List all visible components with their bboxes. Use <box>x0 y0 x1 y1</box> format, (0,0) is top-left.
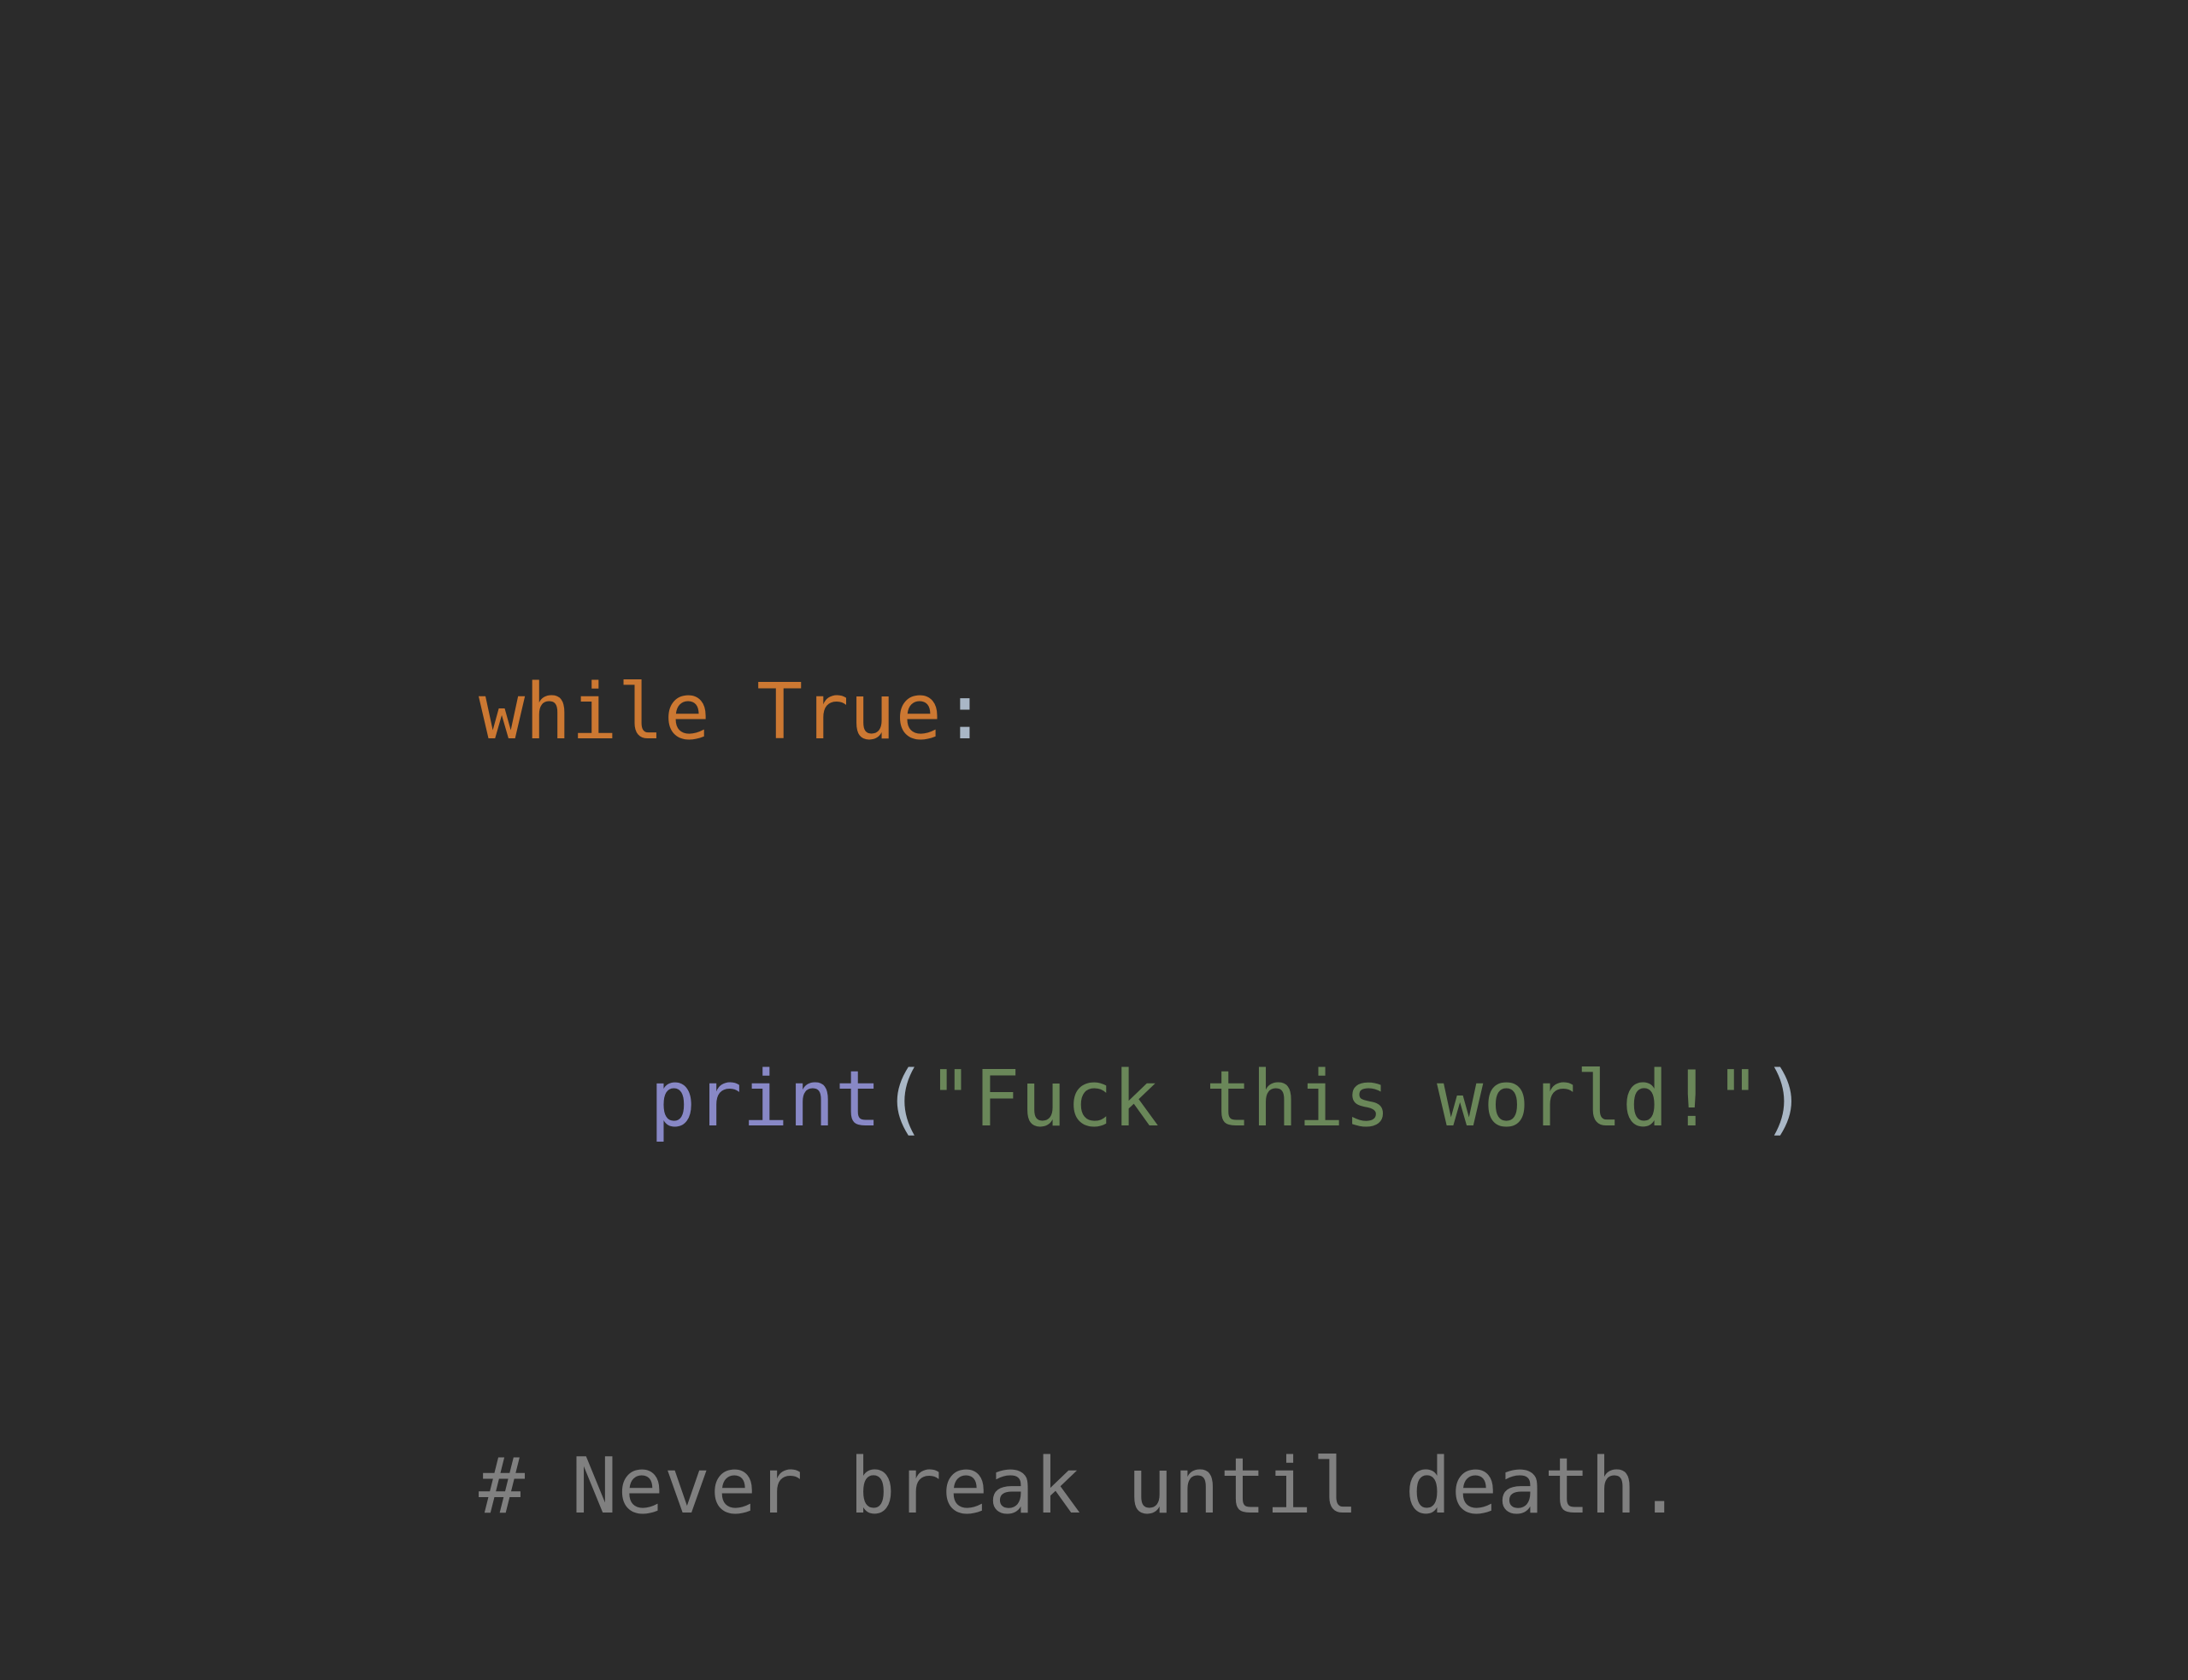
keyword-while: while <box>479 667 710 757</box>
code-line-1: while True: <box>479 648 1808 777</box>
keyword-true: True <box>756 667 942 757</box>
editor-background: { "code": { "line1": { "keyword_while": … <box>0 0 2188 1531</box>
close-paren: ) <box>1761 1054 1808 1144</box>
colon: : <box>941 667 989 757</box>
string-literal: "Fuck this world!" <box>927 1054 1762 1144</box>
comment: # Never break until death. <box>479 1442 1683 1531</box>
builtin-print: print <box>650 1054 881 1144</box>
code-line-3: # Never break until death. <box>479 1422 1808 1551</box>
code-block: while True: print("Fuck this world!") # … <box>479 390 1808 1680</box>
open-paren: ( <box>880 1054 928 1144</box>
code-line-2: print("Fuck this world!") <box>479 1035 1808 1164</box>
